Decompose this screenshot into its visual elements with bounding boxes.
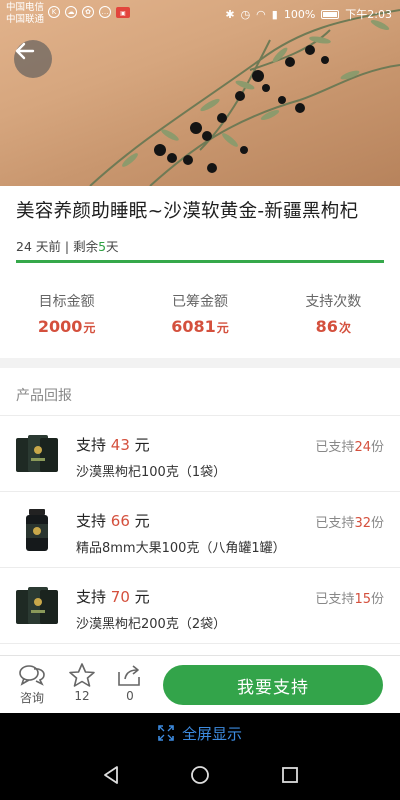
consult-button[interactable]: 咨询 — [14, 663, 50, 706]
red-app-icon: ▣ — [116, 6, 130, 18]
project-title: 美容养颜助睡眠~沙漠软黄金-新疆黑枸杞 — [16, 201, 359, 222]
support-button[interactable]: 我要支持 — [163, 665, 383, 705]
remaining-prefix: 剩余 — [73, 239, 99, 254]
meta-separator: | — [60, 239, 74, 254]
funding-progress-bar — [16, 260, 384, 263]
k-app-icon: K — [48, 6, 60, 18]
count-number: 24 — [354, 440, 371, 455]
funding-stats: 目标金额 2000元 已筹金额 6081元 支持次数 86次 — [0, 287, 400, 347]
hero-image: 中国电信 中国联通 K ☁ ✿ … ▣ ✱ ◷ ◠ ▮ 100% 下午2:03 — [0, 0, 400, 186]
reward-support-count: 已支持15份 — [315, 588, 384, 607]
system-nav-bar — [0, 753, 400, 800]
status-time: 下午2:03 — [345, 8, 392, 21]
bluetooth-icon: ✱ — [225, 7, 235, 21]
share-button[interactable]: 0 — [112, 663, 148, 703]
count-number: 32 — [354, 516, 371, 531]
cloud-icon: ☁ — [65, 6, 77, 18]
count-number: 15 — [354, 592, 371, 607]
stat-label: 已筹金额 — [171, 294, 228, 310]
count-suffix: 份 — [370, 516, 384, 531]
carrier-info: 中国电信 中国联通 — [6, 2, 44, 26]
support-prefix: 支持 — [76, 436, 107, 454]
reward-support-count: 已支持24份 — [315, 436, 384, 455]
stat-target: 目标金额 2000元 — [0, 287, 133, 347]
stat-label: 目标金额 — [38, 294, 95, 310]
reward-unit: 元 — [134, 512, 150, 530]
star-icon — [69, 663, 95, 687]
chat-bubbles-icon — [19, 665, 45, 686]
reward-support-count: 已支持32份 — [315, 512, 384, 531]
count-prefix: 已支持 — [315, 440, 355, 455]
reward-price: 支持 70 元 — [76, 586, 150, 607]
stat-raised: 已筹金额 6081元 — [133, 287, 266, 347]
status-bar: 中国电信 中国联通 K ☁ ✿ … ▣ ✱ ◷ ◠ ▮ 100% 下午2:03 — [0, 0, 400, 28]
stat-unit: 元 — [216, 321, 229, 335]
stat-value: 6081元 — [133, 317, 266, 336]
status-right: ✱ ◷ ◠ ▮ 100% 下午2:03 — [225, 6, 392, 22]
carrier-1: 中国电信 — [6, 2, 45, 13]
count-suffix: 份 — [370, 440, 384, 455]
reward-item-43[interactable]: 支持 43 元 已支持24份 沙漠黑枸杞100克（1袋） — [0, 416, 400, 492]
share-count: 0 — [126, 689, 134, 703]
battery-icon — [321, 9, 340, 19]
stat-value: 86次 — [267, 317, 400, 336]
reward-description: 沙漠黑枸杞100克（1袋） — [76, 465, 227, 480]
battery-percent: 100% — [283, 7, 316, 21]
reward-description: 精品8mm大果100克（八角罐1罐） — [76, 541, 286, 556]
reward-amount: 66 — [110, 512, 130, 530]
reward-description: 沙漠黑枸杞200克（2袋） — [76, 617, 227, 632]
signal-icon: ▮ — [271, 7, 278, 21]
remaining-suffix: 天 — [106, 239, 119, 254]
reward-item-70[interactable]: 支持 70 元 已支持15份 沙漠黑枸杞200克（2袋） — [0, 568, 400, 644]
project-meta: 24 天前 | 剩余5天 — [16, 236, 119, 255]
carrier-2: 中国联通 — [6, 14, 45, 25]
reward-item-66[interactable]: 支持 66 元 已支持32份 精品8mm大果100克（八角罐1罐） — [0, 492, 400, 568]
favorite-button[interactable]: 12 — [64, 663, 100, 703]
product-bags-image — [16, 435, 58, 472]
fullscreen-toggle[interactable]: 全屏显示 — [0, 713, 400, 753]
product-jar-image — [26, 509, 48, 551]
section-divider — [0, 358, 400, 368]
stat-number: 86 — [315, 317, 338, 336]
paw-icon: ✿ — [82, 6, 94, 18]
chat-bubble-icon: … — [99, 6, 111, 18]
reward-price: 支持 43 元 — [76, 434, 150, 455]
support-prefix: 支持 — [76, 512, 107, 530]
arrow-left-icon — [15, 42, 35, 60]
stat-unit: 元 — [83, 321, 96, 335]
product-bags-image — [16, 587, 58, 624]
stat-supporters: 支持次数 86次 — [267, 287, 400, 347]
fullscreen-icon — [158, 725, 174, 741]
notification-icons: K ☁ ✿ … ▣ — [48, 6, 130, 18]
count-suffix: 份 — [370, 592, 384, 607]
back-button[interactable] — [14, 40, 52, 78]
nav-home-icon[interactable] — [190, 765, 210, 785]
count-prefix: 已支持 — [315, 516, 355, 531]
days-ago: 24 天前 — [16, 239, 61, 254]
share-icon — [118, 665, 140, 686]
stat-unit: 次 — [338, 321, 351, 335]
reward-amount: 43 — [110, 436, 130, 454]
rewards-section-title: 产品回报 — [16, 388, 72, 404]
stat-number: 2000 — [37, 317, 83, 336]
favorite-count: 12 — [74, 689, 90, 703]
fullscreen-label: 全屏显示 — [181, 724, 242, 743]
funding-progress-fill — [16, 260, 384, 263]
reward-price: 支持 66 元 — [76, 510, 150, 531]
stat-label: 支持次数 — [305, 294, 362, 310]
consult-label: 咨询 — [19, 691, 44, 705]
stat-number: 6081 — [171, 317, 216, 336]
remaining-days: 5 — [98, 239, 107, 254]
wifi-icon: ◠ — [256, 7, 266, 21]
nav-back-icon[interactable] — [101, 765, 121, 785]
reward-amount: 70 — [110, 588, 130, 606]
stat-value: 2000元 — [0, 317, 133, 336]
reward-unit: 元 — [134, 436, 150, 454]
count-prefix: 已支持 — [315, 592, 355, 607]
support-prefix: 支持 — [76, 588, 107, 606]
bottom-action-bar: 咨询 12 0 我要支持 — [0, 655, 400, 714]
reward-unit: 元 — [134, 588, 150, 606]
alarm-icon: ◷ — [240, 7, 251, 21]
nav-recents-icon[interactable] — [280, 765, 300, 785]
